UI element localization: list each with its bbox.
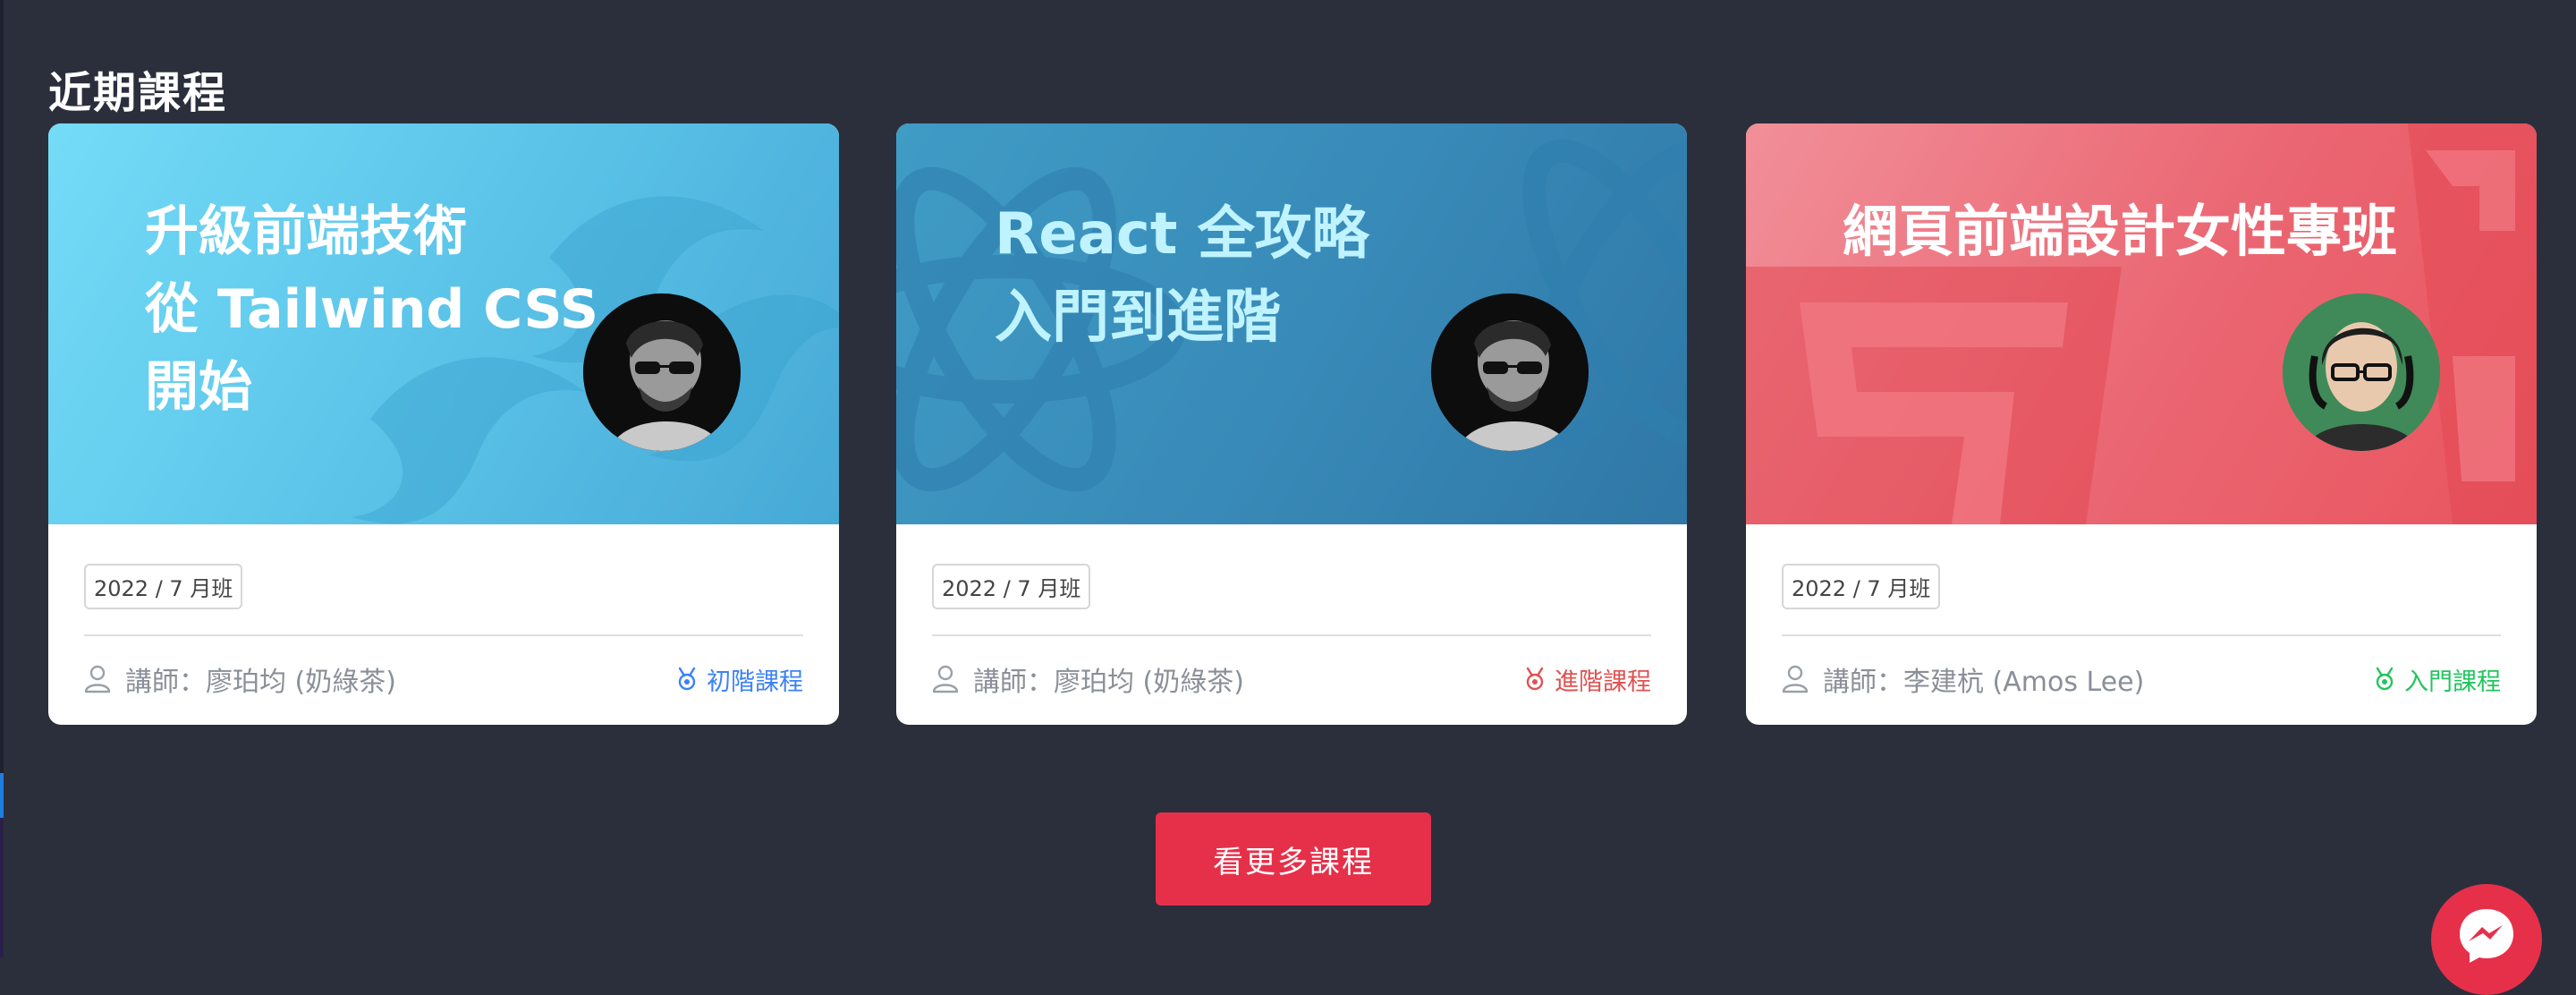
course-level: 入門課程	[2404, 668, 2501, 696]
course-banner[interactable]: 網頁前端設計女性專班	[1746, 123, 2537, 524]
more-courses-button[interactable]: 看更多課程	[1156, 812, 1431, 906]
divider	[84, 634, 803, 636]
user-icon	[1782, 665, 1809, 693]
course-level: 進階課程	[1555, 668, 1651, 696]
medal-icon	[1526, 667, 1544, 691]
edge-accent-dark	[0, 818, 4, 957]
instructor-name: 講師：李建杭 (Amos Lee)	[1823, 667, 2145, 698]
batch-badge: 2022 / 7 月班	[932, 564, 1091, 609]
messenger-chat-button[interactable]	[2431, 884, 2542, 995]
banner-title: 網頁前端設計女性專班	[1843, 199, 2398, 264]
instructor-avatar	[583, 293, 741, 451]
batch-badge: 2022 / 7 月班	[84, 564, 243, 609]
section-title: 近期課程	[48, 67, 228, 118]
course-banner[interactable]: React 全攻略 入門到進階	[896, 123, 1687, 524]
user-icon	[84, 665, 111, 693]
divider	[932, 634, 1651, 636]
medal-icon	[678, 667, 696, 691]
user-icon	[932, 665, 959, 693]
divider	[1782, 634, 2501, 636]
banner-title: React 全攻略 入門到進階	[995, 201, 1369, 351]
instructor-avatar	[1431, 293, 1589, 451]
left-edge-strip	[0, 0, 4, 957]
course-card-tailwind[interactable]: 升級前端技術 從 Tailwind CSS 開始 2022 / 7 月班 講師：…	[48, 123, 839, 725]
medal-icon	[2376, 667, 2394, 691]
banner-title: 升級前端技術 從 Tailwind CSS 開始	[145, 200, 599, 419]
batch-badge: 2022 / 7 月班	[1782, 564, 1941, 609]
course-level: 初階課程	[707, 668, 803, 696]
instructor-avatar	[2283, 293, 2440, 451]
instructor-name: 講師：廖珀均 (奶綠茶)	[973, 667, 1244, 698]
edge-accent	[0, 773, 4, 818]
course-banner[interactable]: 升級前端技術 從 Tailwind CSS 開始	[48, 123, 839, 524]
instructor-name: 講師：廖珀均 (奶綠茶)	[125, 667, 396, 698]
course-card-react[interactable]: React 全攻略 入門到進階 2022 / 7 月班 講師：廖珀均 (奶綠茶)…	[896, 123, 1687, 725]
course-card-women-frontend[interactable]: 網頁前端設計女性專班 2022 / 7 月班 講師：李建杭 (Amos Lee)…	[1746, 123, 2537, 725]
